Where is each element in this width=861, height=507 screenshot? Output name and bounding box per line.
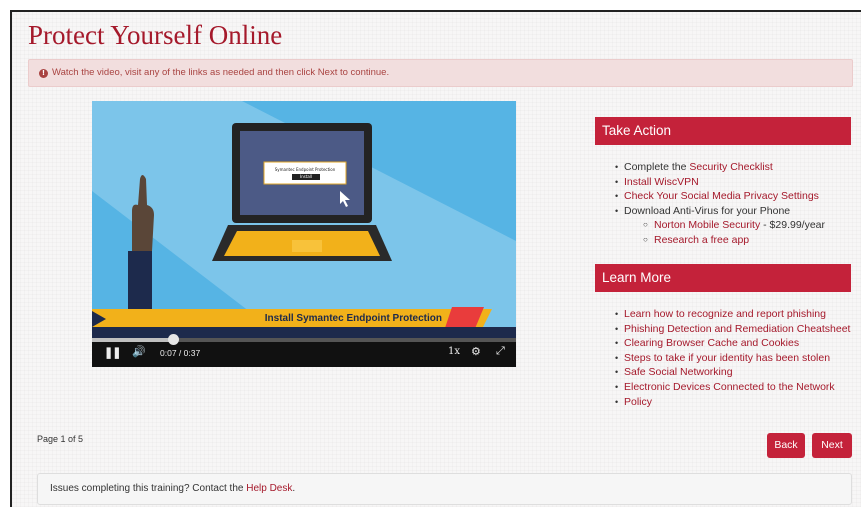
footer-suffix: . [292, 483, 296, 494]
learn-more-header: Learn More [595, 264, 851, 292]
help-footer: Issues completing this training? Contact… [37, 473, 852, 505]
video-frame-illustration [92, 101, 516, 367]
item-link[interactable]: Learn how to recognize and report phishi… [624, 308, 826, 320]
video-controls: ❚❚ 🔊 0:07 / 0:37 1x ⚙ ⤢ [92, 339, 516, 367]
item-link[interactable]: Electronic Devices Connected to the Netw… [624, 381, 835, 393]
info-icon: ! [39, 68, 48, 78]
list-item: Steps to take if your identity has been … [612, 351, 850, 366]
learn-more-list: Learn how to recognize and report phishi… [612, 307, 850, 409]
list-item: Policy [612, 395, 850, 410]
list-item: Research a free app [612, 233, 825, 248]
item-link[interactable]: Install WiscVPN [624, 176, 699, 188]
list-item: Install WiscVPN [612, 175, 825, 190]
page-title: Protect Yourself Online [28, 20, 283, 50]
item-link[interactable]: Steps to take if your identity has been … [624, 352, 830, 364]
item-link[interactable]: Check Your Social Media Privacy Settings [624, 190, 819, 202]
video-time: 0:07 / 0:37 [160, 348, 201, 358]
item-link[interactable]: Safe Social Networking [624, 366, 733, 378]
item-link[interactable]: Clearing Browser Cache and Cookies [624, 337, 799, 349]
item-link[interactable]: Norton Mobile Security [654, 219, 760, 231]
video-dialog-install-button: Install [292, 174, 320, 180]
video-player[interactable]: Symantec Endpoint Protection Install Ins… [92, 101, 516, 367]
item-text: Complete the [624, 161, 690, 173]
video-dialog-title: Symantec Endpoint Protection [274, 167, 336, 172]
take-action-header: Take Action [595, 117, 851, 145]
info-alert: ! Watch the video, visit any of the link… [28, 59, 853, 87]
volume-icon[interactable]: 🔊 [132, 345, 146, 358]
page-indicator: Page 1 of 5 [37, 434, 84, 444]
back-button[interactable]: Back [767, 433, 805, 458]
alert-text: Watch the video, visit any of the links … [52, 67, 390, 78]
item-link[interactable]: Policy [624, 396, 652, 408]
item-link[interactable]: Research a free app [654, 234, 749, 246]
take-action-list: Complete the Security ChecklistInstall W… [612, 160, 825, 248]
help-desk-link[interactable]: Help Desk [246, 483, 292, 494]
pause-icon[interactable]: ❚❚ [104, 346, 121, 359]
list-item: Clearing Browser Cache and Cookies [612, 336, 850, 351]
list-item: Phishing Detection and Remediation Cheat… [612, 322, 850, 337]
list-item: Complete the Security Checklist [612, 160, 825, 175]
settings-gear-icon[interactable]: ⚙ [471, 345, 481, 358]
list-item: Download Anti-Virus for your Phone [612, 204, 825, 219]
list-item: Check Your Social Media Privacy Settings [612, 189, 825, 204]
video-progress-fill [92, 338, 173, 342]
video-progress-handle[interactable] [167, 334, 179, 345]
playback-speed[interactable]: 1x [448, 346, 460, 357]
next-button[interactable]: Next [812, 433, 852, 458]
list-item: Electronic Devices Connected to the Netw… [612, 380, 850, 395]
video-progress-bar[interactable] [92, 334, 516, 345]
item-suffix: - $29.99/year [760, 219, 826, 232]
list-item: Norton Mobile Security - $29.99/year [612, 218, 825, 233]
item-link[interactable]: Phishing Detection and Remediation Cheat… [624, 323, 850, 335]
footer-text: Issues completing this training? Contact… [50, 483, 247, 494]
list-item: Learn how to recognize and report phishi… [612, 307, 850, 322]
fullscreen-icon[interactable]: ⤢ [496, 345, 505, 358]
item-link[interactable]: Security Checklist [689, 161, 772, 173]
list-item: Safe Social Networking [612, 365, 850, 380]
video-banner-text: Install Symantec Endpoint Protection [264, 313, 442, 324]
item-text: Download Anti-Virus for your Phone [624, 204, 791, 217]
